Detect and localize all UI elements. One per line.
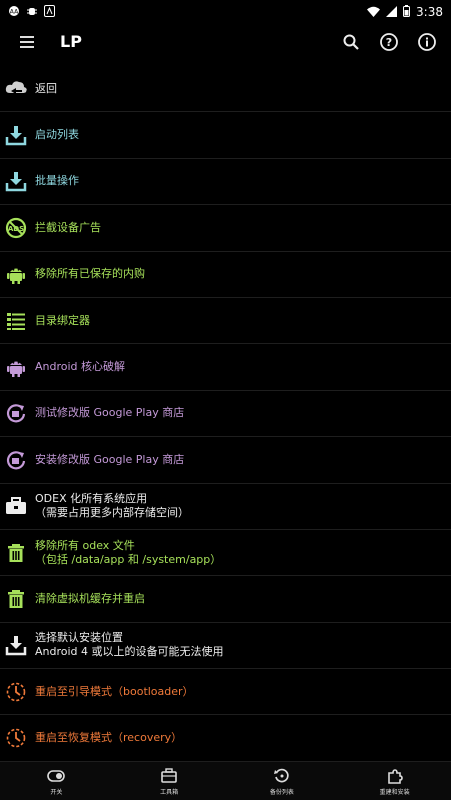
wifi-icon bbox=[367, 2, 381, 21]
bug-icon bbox=[26, 2, 38, 21]
bottom-navigation: 开关 工具箱 备份列表 重建和安装 bbox=[0, 762, 451, 800]
app-bar: LP ? bbox=[0, 20, 451, 66]
toolbox-icon bbox=[4, 494, 28, 518]
nav-label: 备份列表 bbox=[269, 788, 294, 796]
menu-item-label: 移除所有已保存的内购 bbox=[35, 267, 145, 281]
menu-item-title: 移除所有 odex 文件 bbox=[35, 538, 135, 552]
menu-item-label: 选择默认安装位置 Android 4 或以上的设备可能无法使用 bbox=[35, 631, 224, 659]
hamburger-menu-icon[interactable] bbox=[18, 32, 38, 52]
download-icon bbox=[4, 169, 28, 193]
nav-backup-list[interactable]: 备份列表 bbox=[226, 762, 339, 800]
reboot-icon bbox=[4, 726, 28, 750]
trash-icon bbox=[4, 587, 28, 611]
puzzle-icon bbox=[386, 767, 404, 785]
menu-item-subtitle: Android 4 或以上的设备可能无法使用 bbox=[35, 645, 224, 659]
menu-item-label: 启动列表 bbox=[35, 128, 79, 142]
toolbox-icon bbox=[160, 767, 178, 785]
menu-item-install-location[interactable]: 选择默认安装位置 Android 4 或以上的设备可能无法使用 bbox=[0, 623, 451, 670]
menu-item-odex-system[interactable]: ODEX 化所有系统应用 （需要占用更多内部存储空间） bbox=[0, 484, 451, 530]
app-notification-icon bbox=[44, 2, 55, 21]
svg-text:?: ? bbox=[386, 36, 392, 49]
status-right: 3:38 bbox=[367, 2, 443, 21]
backup-icon bbox=[273, 767, 291, 785]
android-icon bbox=[4, 355, 28, 379]
menu-item-label: ODEX 化所有系统应用 （需要占用更多内部存储空间） bbox=[35, 492, 189, 520]
nav-toolbox[interactable]: 工具箱 bbox=[113, 762, 226, 800]
menu-item-core-patch[interactable]: Android 核心破解 bbox=[0, 344, 451, 391]
menu-item-title: ODEX 化所有系统应用 bbox=[35, 492, 148, 506]
nav-switch[interactable]: 开关 bbox=[0, 762, 113, 800]
folder-list-icon bbox=[4, 309, 28, 333]
menu-item-dir-binder[interactable]: 目录绑定器 bbox=[0, 298, 451, 345]
menu-item-back[interactable]: 返回 bbox=[0, 66, 451, 113]
notification-icon: AA bbox=[8, 2, 20, 21]
back-cloud-icon bbox=[4, 77, 28, 101]
menu-item-remove-odex[interactable]: 移除所有 odex 文件 （包括 /data/app 和 /system/app… bbox=[0, 530, 451, 577]
nav-rebuild-install[interactable]: 重建和安装 bbox=[338, 762, 451, 800]
help-icon[interactable]: ? bbox=[377, 30, 401, 54]
download-icon bbox=[4, 123, 28, 147]
refresh-store-icon bbox=[4, 401, 28, 425]
menu-item-label: 返回 bbox=[35, 81, 57, 95]
toggle-icon bbox=[47, 767, 66, 785]
menu-item-label: 移除所有 odex 文件 （包括 /data/app 和 /system/app… bbox=[35, 539, 221, 567]
status-left: AA bbox=[8, 2, 55, 21]
android-icon bbox=[4, 262, 28, 286]
menu-item-label: 安装修改版 Google Play 商店 bbox=[35, 452, 185, 466]
menu-item-launch-list[interactable]: 启动列表 bbox=[0, 112, 451, 159]
menu-item-test-play-store[interactable]: 测试修改版 Google Play 商店 bbox=[0, 391, 451, 438]
menu-item-title: 选择默认安装位置 bbox=[35, 631, 123, 645]
battery-icon bbox=[403, 2, 411, 21]
menu-item-batch[interactable]: 批量操作 bbox=[0, 159, 451, 206]
menu-item-label: 拦截设备广告 bbox=[35, 220, 101, 234]
menu-item-remove-purchases[interactable]: 移除所有已保存的内购 bbox=[0, 252, 451, 298]
nav-label: 开关 bbox=[50, 788, 63, 796]
menu-item-block-ads[interactable]: ADS 拦截设备广告 bbox=[0, 205, 451, 252]
ads-block-icon: ADS bbox=[4, 216, 28, 240]
download-icon bbox=[4, 633, 28, 657]
app-title: LP bbox=[60, 32, 82, 51]
menu-item-clear-dalvik[interactable]: 清除虚拟机缓存并重启 bbox=[0, 576, 451, 623]
signal-icon bbox=[386, 2, 398, 21]
menu-item-label: 重启至引导模式（bootloader） bbox=[35, 684, 194, 698]
status-bar: AA 3:38 bbox=[0, 0, 451, 20]
menu-item-label: 测试修改版 Google Play 商店 bbox=[35, 406, 185, 420]
nav-label: 重建和安装 bbox=[379, 788, 410, 796]
menu-item-reboot-bootloader[interactable]: 重启至引导模式（bootloader） bbox=[0, 669, 451, 716]
status-time: 3:38 bbox=[416, 4, 443, 19]
menu-item-label: 清除虚拟机缓存并重启 bbox=[35, 591, 145, 605]
refresh-store-icon bbox=[4, 448, 28, 472]
app-bar-actions: ? bbox=[339, 30, 439, 54]
svg-text:AA: AA bbox=[10, 9, 19, 16]
action-list: 返回 启动列表 批量操作 ADS 拦截设备广告 移除所有已保存的内购 目录绑定器 bbox=[0, 66, 451, 762]
menu-item-reboot-recovery[interactable]: 重启至恢复模式（recovery） bbox=[0, 715, 451, 762]
search-icon[interactable] bbox=[339, 30, 363, 54]
menu-item-subtitle: （需要占用更多内部存储空间） bbox=[35, 506, 189, 520]
menu-item-label: Android 核心破解 bbox=[35, 360, 126, 374]
reboot-icon bbox=[4, 680, 28, 704]
trash-icon bbox=[4, 541, 28, 565]
nav-label: 工具箱 bbox=[160, 788, 179, 796]
info-icon[interactable] bbox=[415, 30, 439, 54]
menu-item-install-play-store[interactable]: 安装修改版 Google Play 商店 bbox=[0, 437, 451, 484]
menu-item-label: 重启至恢复模式（recovery） bbox=[35, 731, 183, 745]
menu-item-label: 目录绑定器 bbox=[35, 313, 90, 327]
menu-item-subtitle: （包括 /data/app 和 /system/app） bbox=[35, 552, 222, 566]
menu-item-label: 批量操作 bbox=[35, 174, 79, 188]
